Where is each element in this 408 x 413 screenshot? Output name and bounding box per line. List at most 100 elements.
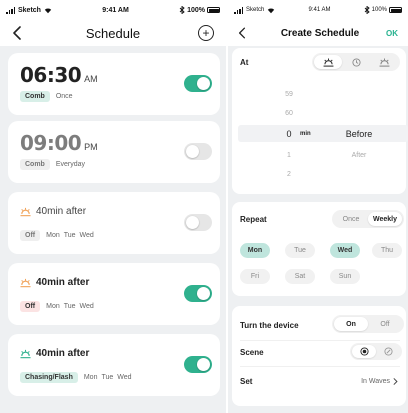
mode-clock-option[interactable] bbox=[342, 55, 370, 69]
create-schedule-screen: Sketch 9:41 AM 100% Create Schedule OK A… bbox=[226, 0, 408, 413]
mode-sunrise-option[interactable] bbox=[314, 55, 342, 69]
picker-minutes: 0 bbox=[286, 129, 292, 139]
day-label: Mon bbox=[46, 232, 60, 239]
schedule-details: Off Mon Tue Wed bbox=[20, 301, 94, 312]
device-state-selector: On Off bbox=[332, 315, 404, 333]
schedule-screen: Sketch 9:41 AM 100% Schedule + 06:30 AM C… bbox=[0, 0, 226, 413]
offset-label: 40min after bbox=[36, 277, 90, 288]
sunrise-icon bbox=[323, 57, 333, 67]
repeat-text: Everyday bbox=[55, 161, 86, 168]
repeat-weekly-option[interactable]: Weekly bbox=[368, 212, 402, 226]
wifi-icon bbox=[44, 7, 52, 13]
scene-radio-option[interactable] bbox=[352, 345, 376, 358]
day-label: Tue bbox=[63, 303, 76, 310]
day-sat[interactable]: Sat bbox=[285, 269, 315, 284]
schedule-details: Comb Everyday bbox=[20, 159, 85, 170]
picker-row[interactable]: 60 bbox=[232, 105, 406, 121]
back-button[interactable] bbox=[12, 25, 28, 41]
status-bar: Sketch 9:41 AM 100% bbox=[228, 0, 408, 20]
day-mon[interactable]: Mon bbox=[240, 243, 270, 258]
set-value-link[interactable]: In Waves bbox=[361, 378, 398, 385]
mode-badge: Off bbox=[20, 301, 41, 312]
divider bbox=[240, 340, 400, 341]
toggle-knob bbox=[197, 287, 210, 300]
battery-icon bbox=[207, 7, 220, 13]
schedule-card[interactable]: 06:30 AM Comb Once bbox=[8, 53, 220, 115]
schedule-offset: 40min after bbox=[20, 277, 89, 288]
page-title: Create Schedule bbox=[280, 27, 360, 39]
battery-percent: 100% bbox=[371, 7, 387, 13]
day-label: Wed bbox=[79, 232, 94, 239]
schedule-toggle[interactable] bbox=[184, 143, 212, 160]
back-button[interactable] bbox=[238, 25, 254, 41]
day-tue[interactable]: Tue bbox=[285, 243, 315, 258]
day-sun[interactable]: Sun bbox=[330, 269, 360, 284]
battery-icon bbox=[389, 7, 402, 13]
repeat-card: Repeat Once Weekly Mon Tue Wed Thu Fri S… bbox=[232, 202, 406, 296]
repeat-selector: Once Weekly bbox=[332, 210, 404, 228]
schedule-card[interactable]: 40min after Off Mon Tue Wed bbox=[8, 263, 220, 325]
status-time: 9:41 AM bbox=[102, 6, 129, 14]
carrier-name: Sketch bbox=[246, 7, 265, 13]
scene-label: Scene bbox=[240, 348, 264, 357]
clock-icon bbox=[351, 57, 361, 67]
schedule-time: 09:00 PM bbox=[20, 131, 98, 155]
schedule-card[interactable]: 40min after Off Mon Tue Wed bbox=[8, 192, 220, 254]
battery-group: 100% bbox=[179, 6, 220, 14]
ampm-label: PM bbox=[84, 142, 98, 152]
ok-button[interactable]: OK bbox=[386, 29, 398, 38]
device-on-option[interactable]: On bbox=[334, 317, 368, 331]
status-bar: Sketch 9:41 AM 100% bbox=[0, 0, 226, 20]
signal-icon bbox=[234, 6, 243, 14]
carrier-name: Sketch bbox=[18, 6, 41, 14]
day-label: Mon bbox=[46, 303, 60, 310]
schedule-offset: 40min after bbox=[20, 206, 86, 217]
repeat-once-option[interactable]: Once bbox=[334, 212, 368, 226]
page-title: Schedule bbox=[85, 25, 141, 41]
schedule-toggle[interactable] bbox=[184, 214, 212, 231]
toggle-knob bbox=[197, 77, 210, 90]
day-label: Wed bbox=[79, 303, 94, 310]
chevron-left-icon bbox=[13, 26, 21, 40]
sunset-icon bbox=[20, 349, 31, 358]
palette-icon bbox=[383, 347, 393, 356]
picker-row[interactable]: 59 bbox=[232, 86, 406, 102]
picker-row-selected[interactable]: 0 min Before bbox=[232, 126, 406, 142]
carrier-group: Sketch bbox=[234, 6, 275, 14]
scene-selector bbox=[350, 343, 402, 360]
schedule-card[interactable]: 40min after Chasing/Flash Mon Tue Wed bbox=[8, 334, 220, 396]
schedule-toggle[interactable] bbox=[184, 356, 212, 373]
mode-badge: Comb bbox=[20, 91, 50, 102]
toggle-knob bbox=[186, 216, 199, 229]
picker-unit: min bbox=[300, 131, 311, 137]
divider bbox=[240, 366, 400, 367]
schedule-toggle[interactable] bbox=[184, 75, 212, 92]
device-off-option[interactable]: Off bbox=[368, 317, 402, 331]
mode-sunset-option[interactable] bbox=[370, 55, 398, 69]
repeat-text: Once bbox=[55, 93, 73, 100]
set-label: Set bbox=[240, 377, 253, 386]
picker-before: Before bbox=[345, 129, 373, 139]
schedule-offset: 40min after bbox=[20, 348, 89, 359]
wifi-icon bbox=[268, 7, 275, 13]
scene-custom-option[interactable] bbox=[376, 345, 400, 358]
days-list: Mon Tue Wed bbox=[84, 374, 132, 381]
picker-row[interactable]: 1 After bbox=[232, 147, 406, 163]
days-list: Mon Tue Wed bbox=[46, 232, 94, 239]
day-thu[interactable]: Thu bbox=[372, 243, 402, 258]
schedule-details: Off Mon Tue Wed bbox=[20, 230, 94, 241]
offset-label: 40min after bbox=[36, 206, 87, 217]
time-picker-card: At 59 60 0 min Before 1 After 2 bbox=[232, 48, 408, 194]
turn-device-label: Turn the device bbox=[240, 321, 299, 330]
schedule-card[interactable]: 09:00 PM Comb Everyday bbox=[8, 121, 220, 183]
schedule-toggle[interactable] bbox=[184, 285, 212, 302]
day-fri[interactable]: Fri bbox=[240, 269, 270, 284]
sunset-icon bbox=[379, 57, 389, 67]
chevron-right-icon bbox=[393, 378, 398, 385]
toggle-knob bbox=[197, 358, 210, 371]
add-schedule-button[interactable]: + bbox=[198, 25, 214, 41]
day-wed[interactable]: Wed bbox=[330, 243, 360, 258]
picker-row[interactable]: 2 bbox=[232, 166, 406, 182]
day-label: Mon bbox=[83, 374, 98, 381]
set-value: In Waves bbox=[361, 378, 390, 385]
